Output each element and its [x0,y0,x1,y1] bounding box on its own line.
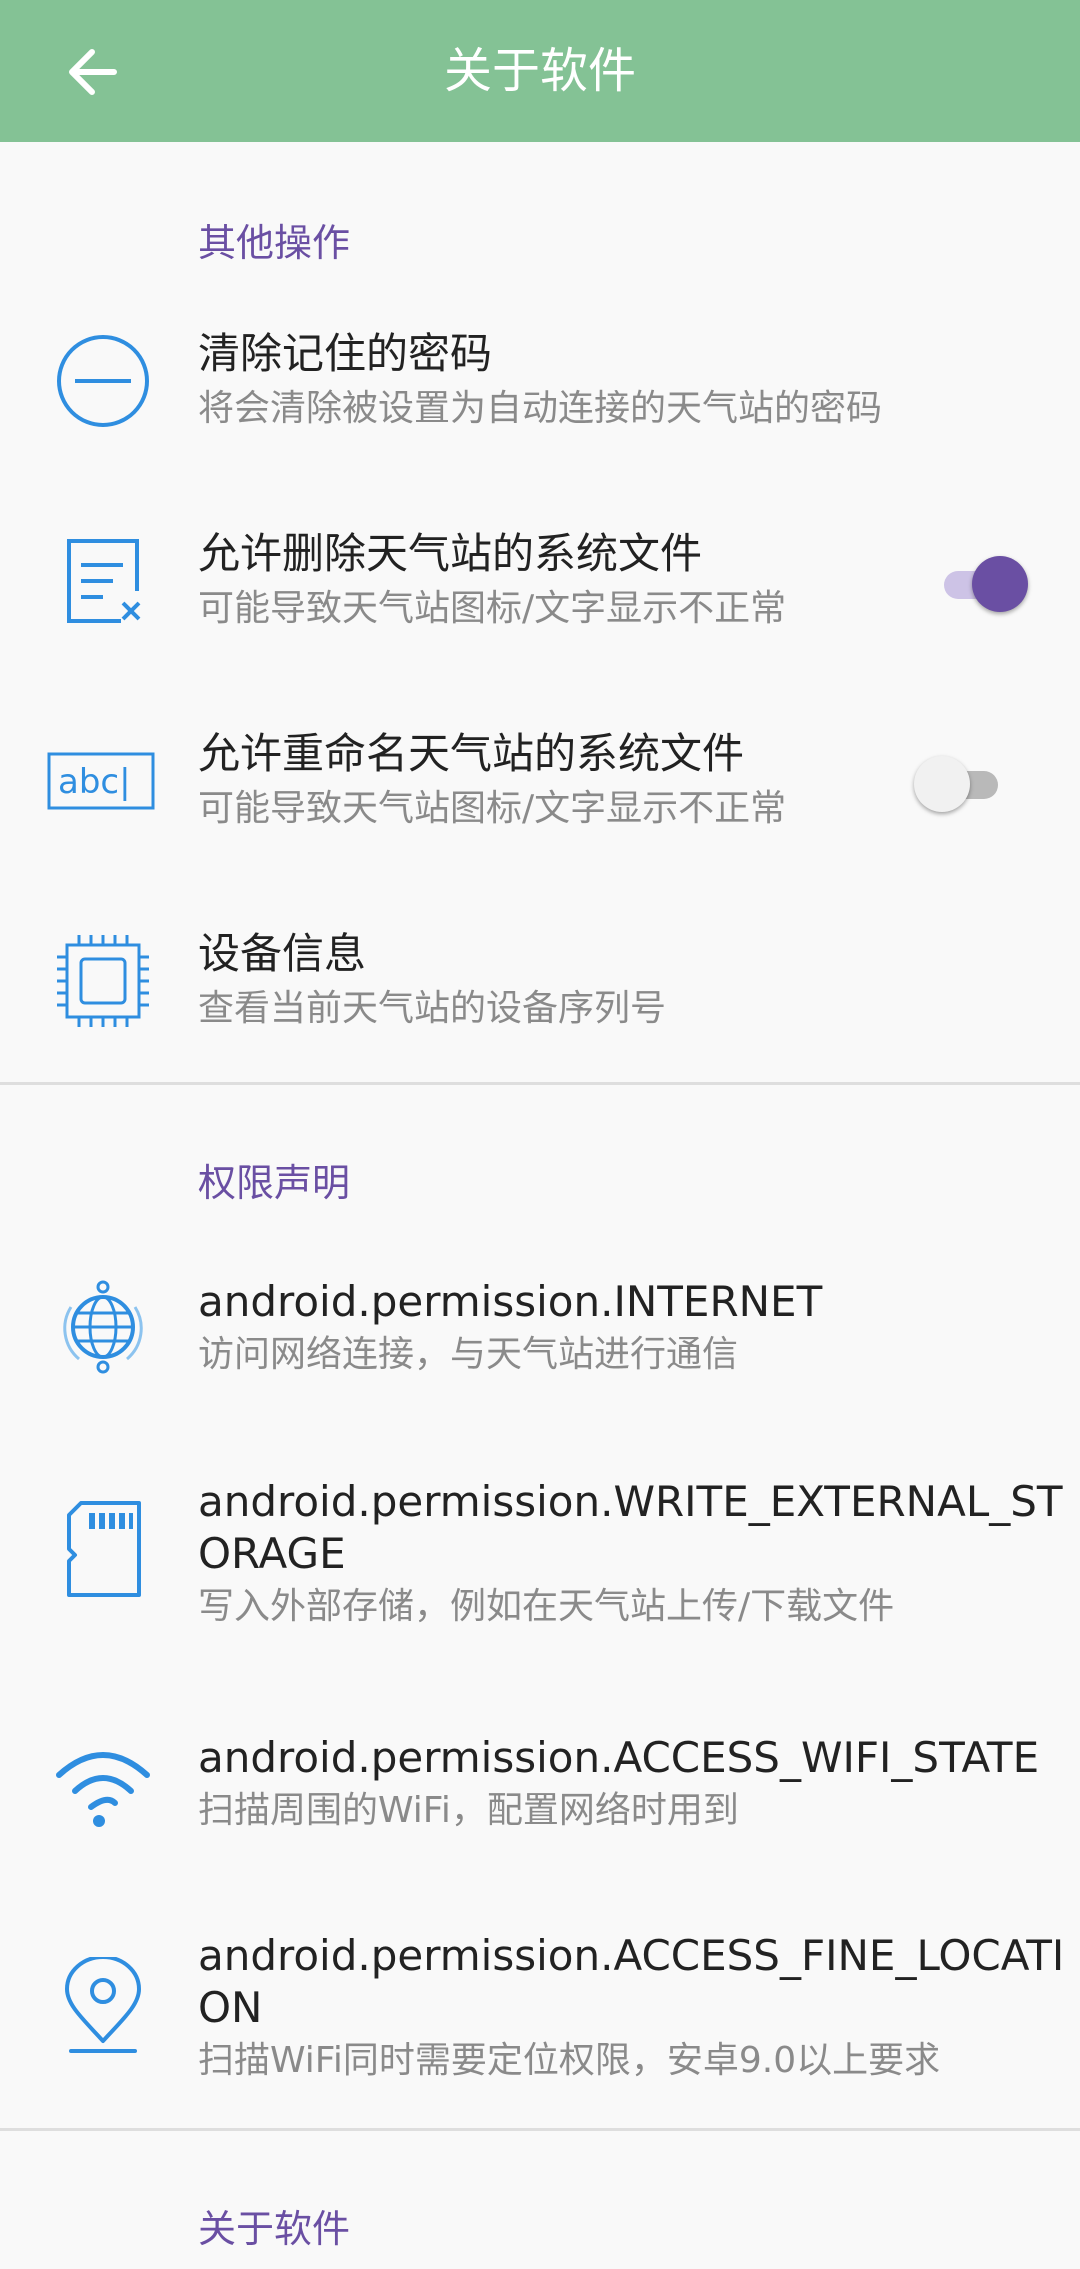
divider [0,2128,1080,2131]
divider [0,1082,1080,1085]
allow-delete-subtitle: 可能导致天气站图标/文字显示不正常 [198,588,787,629]
permission-location-item: android.permission.ACCESS_FINE_LOCATI ON… [0,1926,1080,2096]
switch-thumb [972,556,1028,612]
chip-icon [48,926,158,1036]
abc-text: abc| [58,762,131,802]
allow-rename-title: 允许重命名天气站的系统文件 [198,729,745,778]
switch-thumb [914,756,970,812]
file-delete-icon [48,526,158,636]
permission-internet-item: android.permission.INTERNET 访问网络连接，与天气站进… [0,1270,1080,1400]
permission-internet-subtitle: 访问网络连接，与天气站进行通信 [198,1334,739,1375]
rename-abc-icon: abc| [46,726,156,836]
permission-wifi-item: android.permission.ACCESS_WIFI_STATE 扫描周… [0,1726,1080,1856]
wifi-icon [48,1730,158,1840]
allow-delete-item[interactable]: 允许删除天气站的系统文件 可能导致天气站图标/文字显示不正常 [0,520,1080,650]
sd-card-icon [48,1494,158,1604]
clear-password-title: 清除记住的密码 [198,329,493,378]
location-pin-icon [48,1952,158,2062]
minus-circle-icon [48,326,158,436]
allow-delete-title: 允许删除天气站的系统文件 [198,529,703,578]
permission-wifi-title: android.permission.ACCESS_WIFI_STATE [198,1733,1040,1782]
permission-storage-title-line1: android.permission.WRITE_EXTERNAL_ST [198,1477,1063,1526]
permission-wifi-subtitle: 扫描周围的WiFi，配置网络时用到 [198,1790,739,1831]
clear-password-item[interactable]: 清除记住的密码 将会清除被设置为自动连接的天气站的密码 [0,320,1080,450]
permission-storage-subtitle: 写入外部存储，例如在天气站上传/下载文件 [198,1586,895,1627]
allow-delete-switch[interactable] [936,554,1028,614]
device-info-item[interactable]: 设备信息 查看当前天气站的设备序列号 [0,920,1080,1050]
permission-internet-title: android.permission.INTERNET [198,1277,823,1326]
permission-storage-title-line2: ORAGE [198,1529,346,1578]
app-bar: 关于软件 [0,0,1080,142]
permission-location-subtitle: 扫描WiFi同时需要定位权限，安卓9.0以上要求 [198,2040,941,2081]
allow-rename-switch[interactable] [914,754,1006,814]
page-title: 关于软件 [443,43,636,99]
device-info-subtitle: 查看当前天气站的设备序列号 [198,988,667,1029]
section-title-about: 关于软件 [198,2207,351,2251]
permission-storage-item: android.permission.WRITE_EXTERNAL_ST ORA… [0,1472,1080,1642]
section-title-other: 其他操作 [198,221,351,265]
permission-location-title-line2: ON [198,1983,263,2032]
globe-icon [48,1272,158,1382]
device-info-title: 设备信息 [198,929,367,978]
allow-rename-item[interactable]: abc| 允许重命名天气站的系统文件 可能导致天气站图标/文字显示不正常 [0,720,1080,850]
allow-rename-subtitle: 可能导致天气站图标/文字显示不正常 [198,788,787,829]
section-title-permissions: 权限声明 [198,1161,351,1205]
clear-password-subtitle: 将会清除被设置为自动连接的天气站的密码 [198,388,883,429]
permission-location-title-line1: android.permission.ACCESS_FINE_LOCATI [198,1931,1065,1980]
